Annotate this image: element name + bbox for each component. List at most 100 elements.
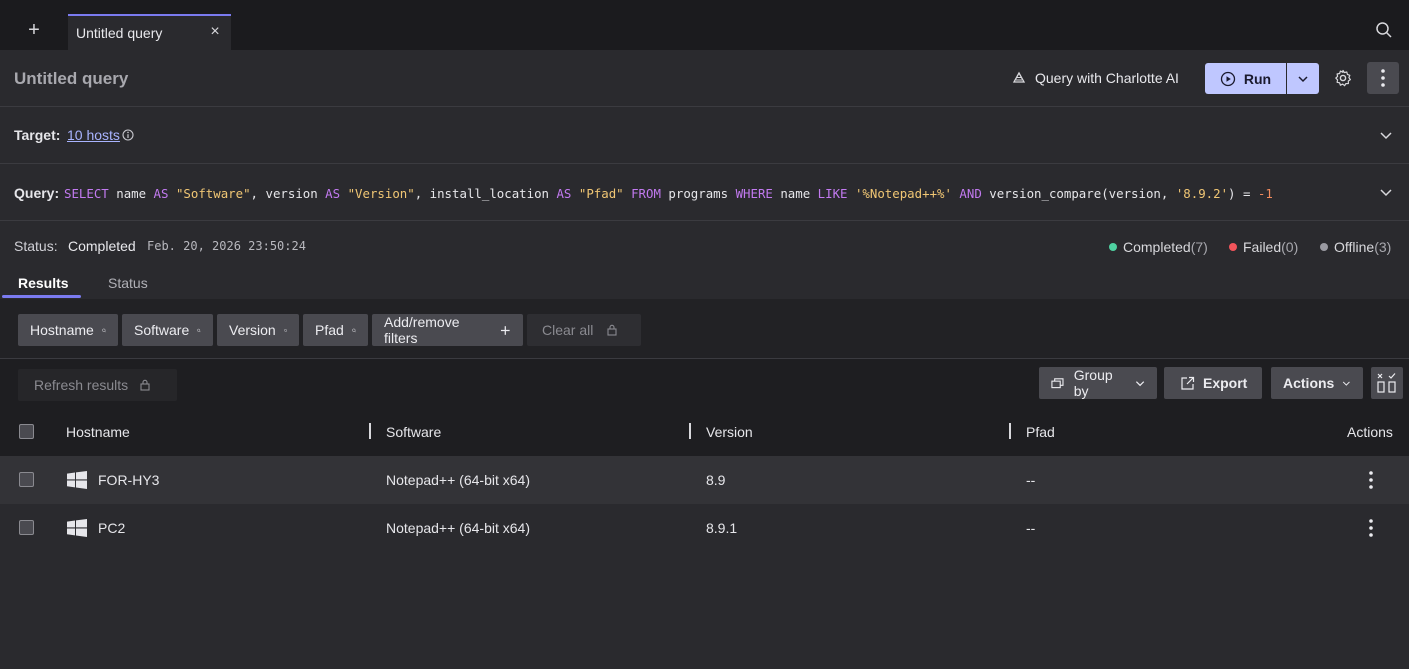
legend-count: (0) bbox=[1281, 239, 1299, 255]
tab-results[interactable]: Results bbox=[18, 275, 69, 291]
search-icon bbox=[197, 328, 201, 332]
filter-chip-label: Pfad bbox=[315, 322, 344, 338]
add-remove-filters-label: Add/remove filters bbox=[384, 314, 460, 346]
page-title: Untitled query bbox=[14, 69, 129, 88]
legend-count: (7) bbox=[1190, 239, 1208, 255]
chevron-down-icon bbox=[1343, 381, 1351, 386]
gear-icon[interactable] bbox=[1334, 69, 1352, 87]
group-icon bbox=[1051, 378, 1064, 389]
clear-all-label: Clear all bbox=[542, 322, 594, 338]
kebab-icon bbox=[1381, 69, 1385, 87]
column-header-pfad[interactable]: Pfad bbox=[1026, 424, 1055, 440]
clear-all-button[interactable]: Clear all bbox=[527, 314, 641, 346]
cell-pfad: -- bbox=[1026, 520, 1036, 536]
legend-failed: Failed(0) bbox=[1229, 239, 1298, 255]
legend-label: Completed bbox=[1123, 239, 1191, 255]
status-row: Status: Completed Feb. 20, 2026 23:50:24… bbox=[0, 221, 1409, 269]
chevron-down-icon[interactable] bbox=[1379, 185, 1393, 199]
refresh-results-label: Refresh results bbox=[34, 377, 129, 393]
tab-status[interactable]: Status bbox=[108, 275, 148, 291]
close-icon[interactable]: × bbox=[207, 22, 223, 42]
plus-icon bbox=[501, 325, 511, 335]
cell-software: Notepad++ (64-bit x64) bbox=[386, 520, 530, 536]
result-tabs: Results Status bbox=[0, 269, 1409, 299]
column-resize-handle[interactable] bbox=[1009, 423, 1011, 439]
legend-label: Failed bbox=[1243, 239, 1282, 255]
more-options-button[interactable] bbox=[1367, 62, 1399, 94]
cell-software: Notepad++ (64-bit x64) bbox=[386, 472, 530, 488]
status-value: Completed bbox=[68, 238, 136, 254]
table-header: Hostname Software Version Pfad Actions bbox=[0, 408, 1409, 456]
search-icon bbox=[283, 328, 287, 332]
target-label: Target: bbox=[14, 127, 61, 143]
actions-label: Actions bbox=[1283, 375, 1335, 391]
refresh-results-button[interactable]: Refresh results bbox=[18, 369, 177, 401]
query-label: Query: bbox=[14, 185, 60, 201]
column-resize-handle[interactable] bbox=[369, 423, 371, 439]
table-row[interactable]: FOR-HY3 Notepad++ (64-bit x64) 8.9 -- bbox=[0, 456, 1409, 504]
filter-chip-software[interactable]: Software bbox=[122, 314, 213, 346]
target-hosts-link[interactable]: 10 hosts bbox=[67, 127, 120, 143]
target-row[interactable]: Target: 10 hosts bbox=[0, 107, 1409, 164]
filter-bar: Hostname Software Version Pfad Add/remov… bbox=[0, 299, 1409, 359]
row-checkbox[interactable] bbox=[19, 472, 34, 487]
chevron-down-icon bbox=[1298, 75, 1308, 82]
search-icon bbox=[352, 328, 356, 332]
offline-dot bbox=[1320, 243, 1328, 251]
cell-hostname: PC2 bbox=[98, 520, 126, 536]
filter-chip-label: Version bbox=[229, 322, 276, 338]
run-options-dropdown[interactable] bbox=[1287, 63, 1319, 94]
status-timestamp: Feb. 20, 2026 23:50:24 bbox=[147, 239, 306, 253]
chevron-down-icon[interactable] bbox=[1379, 128, 1393, 142]
info-icon[interactable] bbox=[122, 129, 134, 141]
legend-offline: Offline(3) bbox=[1320, 239, 1391, 255]
lock-icon bbox=[607, 324, 617, 336]
filter-chip-hostname[interactable]: Hostname bbox=[18, 314, 118, 346]
actions-button[interactable]: Actions bbox=[1271, 367, 1363, 399]
lock-icon bbox=[140, 379, 150, 391]
run-label: Run bbox=[1243, 70, 1272, 87]
search-icon bbox=[102, 328, 106, 332]
column-header-software[interactable]: Software bbox=[386, 424, 441, 440]
row-checkbox[interactable] bbox=[19, 520, 34, 535]
plus-icon: + bbox=[28, 18, 40, 41]
tab-title: Untitled query bbox=[76, 25, 163, 41]
completed-dot bbox=[1109, 243, 1117, 251]
table-row[interactable]: PC2 Notepad++ (64-bit x64) 8.9.1 -- bbox=[0, 504, 1409, 552]
column-toggle-button[interactable] bbox=[1371, 367, 1403, 399]
column-resize-handle[interactable] bbox=[689, 423, 691, 439]
kebab-icon[interactable] bbox=[1362, 470, 1380, 490]
cell-version: 8.9.1 bbox=[706, 520, 738, 536]
query-sql: SELECT name AS "Software", version AS "V… bbox=[64, 186, 1273, 201]
column-header-actions: Actions bbox=[1347, 424, 1393, 440]
select-all-checkbox[interactable] bbox=[19, 424, 34, 439]
column-header-version[interactable]: Version bbox=[706, 424, 753, 440]
chevron-down-icon bbox=[1135, 380, 1145, 386]
cell-version: 8.9 bbox=[706, 472, 726, 488]
legend-label: Offline bbox=[1334, 239, 1375, 255]
windows-icon bbox=[67, 471, 87, 489]
run-button[interactable]: Run bbox=[1205, 63, 1286, 94]
search-icon[interactable] bbox=[1375, 21, 1393, 39]
query-header: Untitled query Query with Charlotte AI R… bbox=[0, 50, 1409, 107]
add-remove-filters-button[interactable]: Add/remove filters bbox=[372, 314, 523, 346]
charlotte-ai-button[interactable]: Query with Charlotte AI bbox=[1011, 68, 1179, 88]
query-row[interactable]: Query: SELECT name AS "Software", versio… bbox=[0, 164, 1409, 221]
filter-chip-version[interactable]: Version bbox=[217, 314, 299, 346]
new-tab-button[interactable]: + bbox=[18, 14, 50, 46]
group-by-button[interactable]: Group by bbox=[1039, 367, 1157, 399]
export-button[interactable]: Export bbox=[1164, 367, 1262, 399]
column-header-hostname[interactable]: Hostname bbox=[66, 424, 130, 440]
export-icon bbox=[1181, 376, 1195, 390]
failed-dot bbox=[1229, 243, 1237, 251]
status-label: Status: bbox=[14, 238, 58, 254]
active-tab-indicator bbox=[2, 295, 81, 298]
results-toolbar: Refresh results Group by Export Actions bbox=[0, 359, 1409, 408]
filter-chip-pfad[interactable]: Pfad bbox=[303, 314, 368, 346]
export-label: Export bbox=[1203, 375, 1248, 391]
kebab-icon[interactable] bbox=[1362, 518, 1380, 538]
windows-icon bbox=[67, 519, 87, 537]
filter-chip-label: Software bbox=[134, 322, 190, 338]
group-by-label: Group by bbox=[1073, 367, 1113, 399]
tab-untitled-query[interactable]: Untitled query × bbox=[68, 14, 231, 50]
